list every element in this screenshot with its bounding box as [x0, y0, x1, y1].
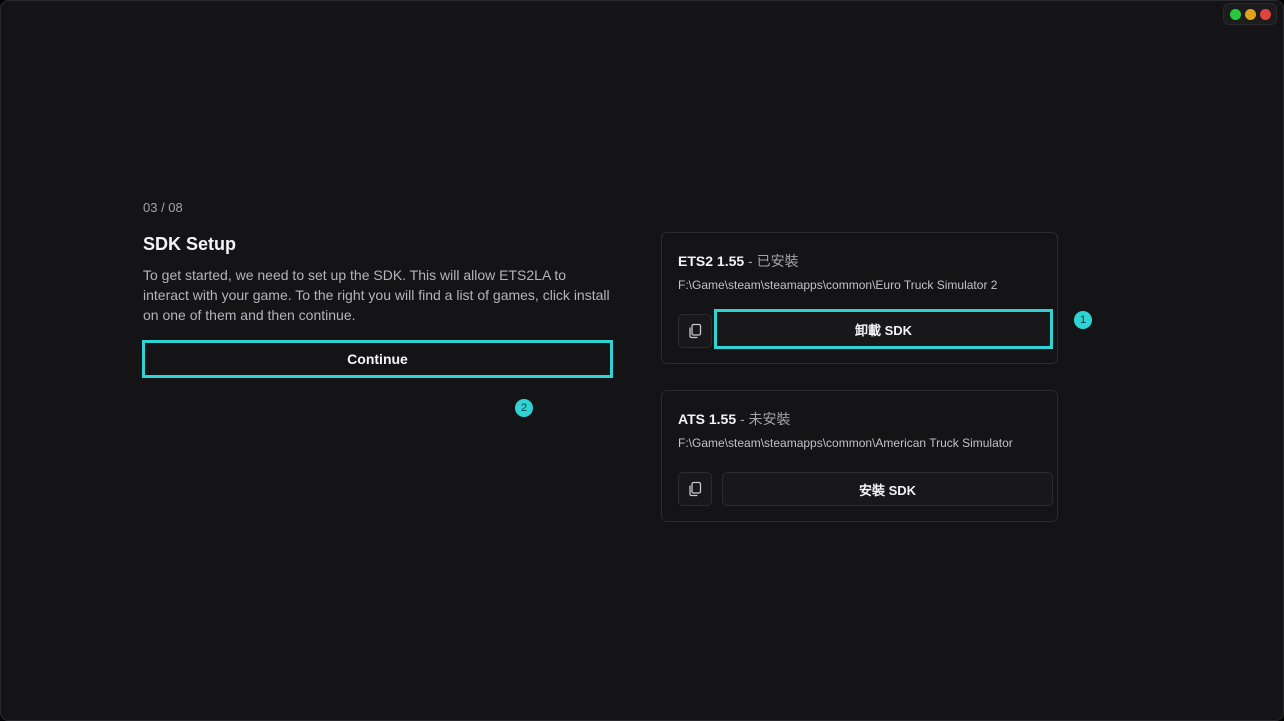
copy-path-button[interactable] — [678, 472, 712, 506]
game-path: F:\Game\steam\steamapps\common\American … — [678, 436, 1013, 450]
game-card-header: ETS2 1.55 - 已安裝 — [678, 251, 799, 271]
continue-button[interactable]: Continue — [142, 340, 613, 378]
window-controls — [1223, 3, 1277, 25]
continue-label: Continue — [347, 351, 408, 367]
game-status: - 已安裝 — [744, 253, 799, 269]
close-button[interactable] — [1259, 8, 1271, 20]
game-name: ETS2 1.55 — [678, 253, 745, 269]
app-window: 03 / 08 SDK Setup To get started, we nee… — [0, 0, 1284, 721]
copy-path-button[interactable] — [678, 314, 712, 348]
install-sdk-label: 安裝 SDK — [858, 482, 917, 498]
uninstall-sdk-button[interactable]: 卸載 SDK — [714, 309, 1053, 349]
game-card-ats: ATS 1.55 - 未安裝 F:\Game\steam\steamapps\c… — [661, 390, 1058, 522]
install-sdk-button[interactable]: 安裝 SDK — [722, 472, 1053, 506]
annotation-badge-2: 2 — [515, 399, 533, 417]
page-title: SDK Setup — [143, 234, 237, 254]
game-card-ets2: ETS2 1.55 - 已安裝 F:\Game\steam\steamapps\… — [661, 232, 1058, 364]
game-name: ATS 1.55 — [678, 411, 737, 427]
annotation-badge-1: 1 — [1074, 311, 1092, 329]
setup-description: To get started, we need to set up the SD… — [143, 267, 610, 323]
maximize-button[interactable] — [1229, 8, 1241, 20]
step-indicator: 03 / 08 — [143, 200, 183, 215]
game-status: - 未安裝 — [736, 411, 791, 427]
game-path: F:\Game\steam\steamapps\common\Euro Truc… — [678, 278, 998, 292]
minimize-button[interactable] — [1244, 8, 1256, 20]
copy-icon — [689, 323, 702, 339]
uninstall-sdk-label: 卸載 SDK — [854, 322, 913, 338]
game-card-header: ATS 1.55 - 未安裝 — [678, 409, 791, 429]
copy-icon — [689, 481, 702, 497]
